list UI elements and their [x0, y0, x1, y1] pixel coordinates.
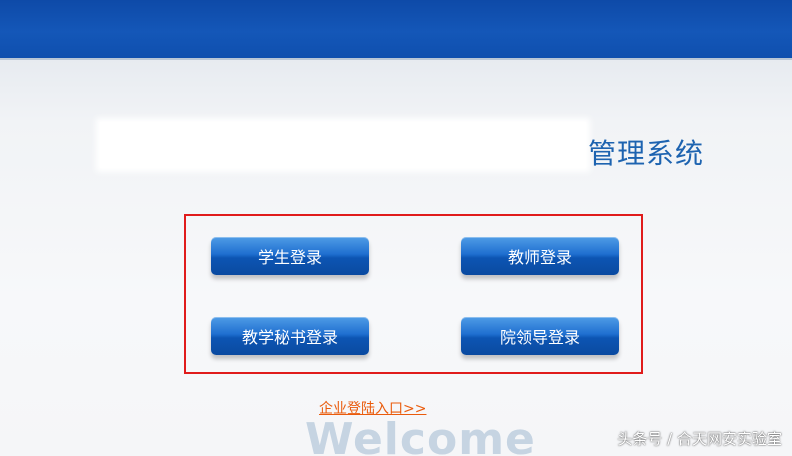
top-banner: [0, 0, 792, 60]
source-watermark: 头条号 / 合天网安实验室: [617, 430, 782, 448]
system-title: 管理系统: [100, 118, 720, 178]
redacted-title-area: [100, 122, 586, 168]
system-title-suffix: 管理系统: [588, 137, 705, 170]
secretary-login-button[interactable]: 教学秘书登录: [211, 317, 369, 355]
leader-login-button[interactable]: 院领导登录: [461, 317, 619, 355]
welcome-banner-text: Welcome: [305, 414, 536, 456]
student-login-button[interactable]: 学生登录: [211, 237, 369, 275]
teacher-login-button[interactable]: 教师登录: [461, 237, 619, 275]
